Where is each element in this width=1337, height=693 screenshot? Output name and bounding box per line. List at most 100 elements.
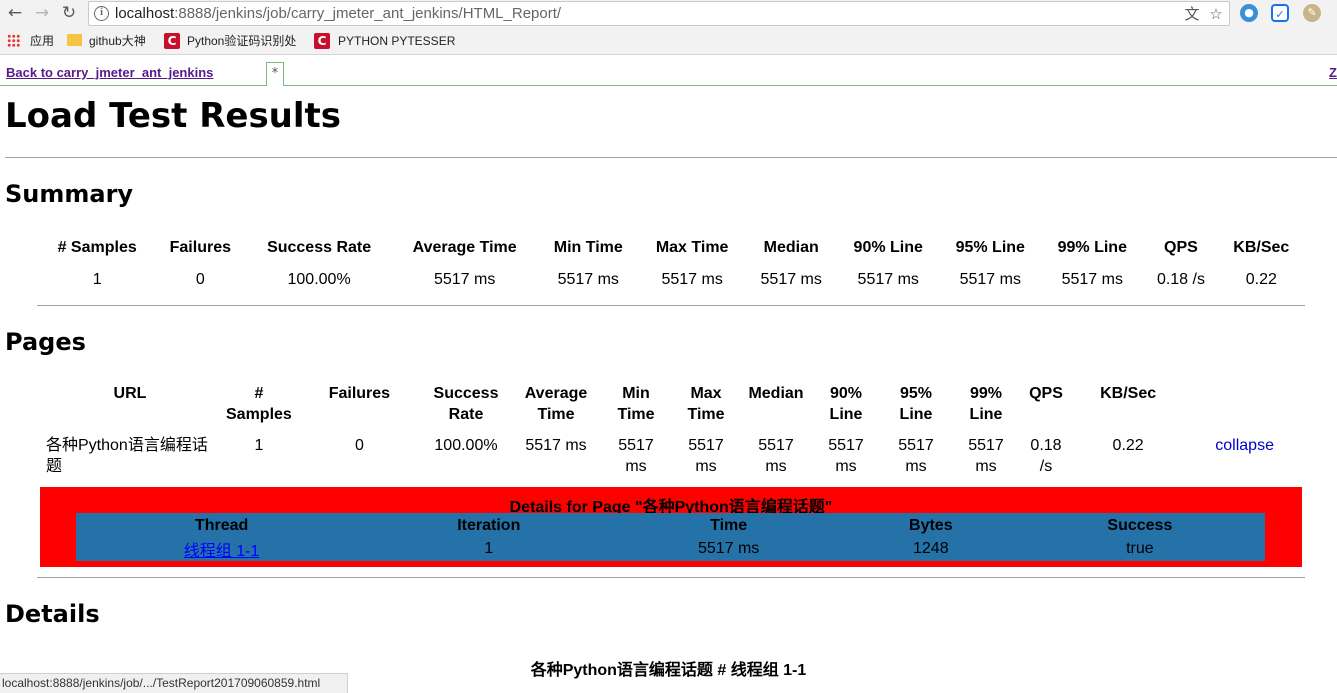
jenkins-strip: Back to carry_jmeter_ant_jenkins * Z	[0, 56, 1337, 86]
pages-table: URL # Samples Failures Success Rate Aver…	[40, 383, 1304, 477]
back-arrow-icon[interactable]: ←	[4, 2, 26, 24]
table-cell: 5517 ms	[557, 271, 619, 288]
c-logo-icon: C	[164, 33, 180, 49]
pages-col-url: URL	[113, 385, 147, 402]
summary-col-qps: QPS	[1164, 239, 1198, 256]
extension-icon[interactable]: ✎	[1303, 4, 1321, 22]
status-bar-url: localhost:8888/jenkins/job/.../TestRepor…	[0, 673, 348, 693]
bookmark-star-icon[interactable]: ☆	[1207, 5, 1225, 23]
divider	[37, 577, 1305, 578]
table-cell: 0	[195, 271, 205, 288]
table-cell: 5517 ms	[968, 437, 1004, 475]
summary-col-95-line: 95% Line	[955, 239, 1025, 256]
pages-col-min-time: Min Time	[617, 385, 655, 423]
summary-header-row: # Samples Failures Success Rate Average …	[40, 234, 1304, 262]
summary-col-kbsec: KB/Sec	[1233, 239, 1290, 256]
shield-extension-icon[interactable]: ✓	[1271, 4, 1289, 22]
summary-col-max-time: Max Time	[655, 239, 729, 256]
table-cell: 0.22	[1245, 271, 1277, 288]
thread-link[interactable]: 线程组 1-1	[184, 543, 260, 560]
table-cell: 5517 ms	[525, 437, 587, 454]
table-cell: 0.18 /s	[1030, 437, 1062, 475]
bookmark-python-captcha[interactable]: Python验证码识别处	[187, 32, 300, 50]
summary-col-min-time: Min Time	[553, 239, 623, 256]
table-cell: 5517 ms	[959, 271, 1021, 288]
table-cell: 0.22	[1112, 437, 1144, 454]
table-cell: 5517 ms	[1061, 271, 1123, 288]
translate-icon[interactable]: 文	[1183, 5, 1201, 23]
table-row: 1 0 100.00% 5517 ms 5517 ms 5517 ms 5517…	[40, 262, 1304, 298]
summary-col-99-line: 99% Line	[1057, 239, 1127, 256]
reload-icon[interactable]: ↻	[58, 2, 80, 24]
page-url-cell: 各种Python语言编程话题	[46, 437, 208, 475]
thread-col-thread: Thread	[194, 517, 249, 534]
zoom-link[interactable]: Z	[1329, 65, 1337, 80]
thread-col-bytes: Bytes	[909, 517, 953, 534]
report-tab[interactable]: *	[266, 62, 284, 86]
table-cell: 5517 ms	[857, 271, 919, 288]
summary-col-90-line: 90% Line	[853, 239, 923, 256]
table-cell: 5517 ms	[828, 437, 864, 475]
pages-col-qps: QPS	[1029, 385, 1063, 402]
thread-col-success: Success	[1107, 517, 1173, 534]
bookmark-github[interactable]: github大神	[89, 32, 146, 50]
divider	[37, 305, 1305, 306]
table-cell: 100.00%	[287, 271, 351, 288]
page-details-panel: Details for Page "各种Python语言编程话题" Thread…	[40, 487, 1302, 567]
browser-toolbar: ← → ↻ i localhost:8888/jenkins/job/carry…	[0, 0, 1337, 28]
table-cell: 5517 ms	[688, 437, 724, 475]
pages-col-max-time: Max Time	[687, 385, 725, 423]
folder-icon[interactable]	[67, 34, 82, 46]
table-cell: 1248	[913, 540, 949, 557]
bookmark-apps[interactable]: 应用	[30, 32, 54, 50]
forward-arrow-icon[interactable]: →	[31, 2, 53, 24]
table-cell: 0.18 /s	[1156, 271, 1205, 288]
apps-grid-icon[interactable]	[7, 34, 20, 47]
back-to-job-link[interactable]: Back to carry_jmeter_ant_jenkins	[6, 65, 213, 80]
table-cell: 5517 ms	[433, 271, 496, 288]
table-cell: 100.00%	[434, 437, 498, 454]
address-bar[interactable]: i localhost:8888/jenkins/job/carry_jmete…	[88, 1, 1230, 26]
table-cell: 1	[92, 271, 102, 288]
table-row: 各种Python语言编程话题 1 0 100.00% 5517 ms 5517 …	[40, 429, 1304, 477]
summary-table: # Samples Failures Success Rate Average …	[40, 234, 1304, 298]
pages-col-95-line: 95% Line	[899, 385, 933, 423]
table-cell: 5517 ms	[661, 271, 723, 288]
table-cell: 5517 ms	[760, 271, 822, 288]
thread-col-time: Time	[710, 517, 748, 534]
pages-col-samples: # Samples	[226, 385, 292, 423]
details-heading: Details	[5, 600, 100, 628]
thread-col-iteration: Iteration	[457, 517, 521, 534]
table-cell: 0	[354, 437, 364, 454]
summary-col-success-rate: Success Rate	[267, 239, 372, 256]
table-cell: true	[1126, 540, 1154, 557]
summary-col-median: Median	[763, 239, 819, 256]
pages-col-action	[1185, 383, 1304, 429]
pages-heading: Pages	[5, 328, 86, 356]
summary-col-failures: Failures	[169, 239, 231, 256]
info-icon[interactable]: i	[94, 6, 109, 21]
bookmarks-bar: 应用 github大神 C Python验证码识别处 C PYTHON PYTE…	[0, 28, 1337, 55]
summary-col-samples: # Samples	[57, 239, 137, 256]
table-cell: 5517 ms	[618, 437, 654, 475]
pages-col-median: Median	[748, 385, 804, 402]
summary-col-average-time: Average Time	[412, 239, 517, 256]
summary-heading: Summary	[5, 180, 134, 208]
table-cell: 5517 ms	[898, 437, 934, 475]
pages-col-90-line: 90% Line	[829, 385, 863, 423]
table-row: 线程组 1-1 1 5517 ms 1248 true	[76, 537, 1265, 561]
pages-col-average-time: Average Time	[524, 385, 588, 423]
table-cell: 1	[254, 437, 264, 454]
table-cell: 1	[484, 540, 494, 557]
globe-extension-icon[interactable]: ●	[1240, 4, 1258, 22]
address-url[interactable]: localhost:8888/jenkins/job/carry_jmeter_…	[115, 5, 561, 22]
table-cell: 5517 ms	[758, 437, 794, 475]
collapse-link[interactable]: collapse	[1215, 437, 1274, 454]
bookmark-pytesser[interactable]: PYTHON PYTESSER	[338, 32, 455, 50]
pages-col-success-rate: Success Rate	[433, 385, 499, 423]
thread-header-row: Thread Iteration Time Bytes Success	[76, 513, 1265, 537]
table-cell: 5517 ms	[697, 540, 760, 557]
pages-col-99-line: 99% Line	[969, 385, 1003, 423]
c-logo-icon: C	[314, 33, 330, 49]
divider	[5, 157, 1337, 158]
